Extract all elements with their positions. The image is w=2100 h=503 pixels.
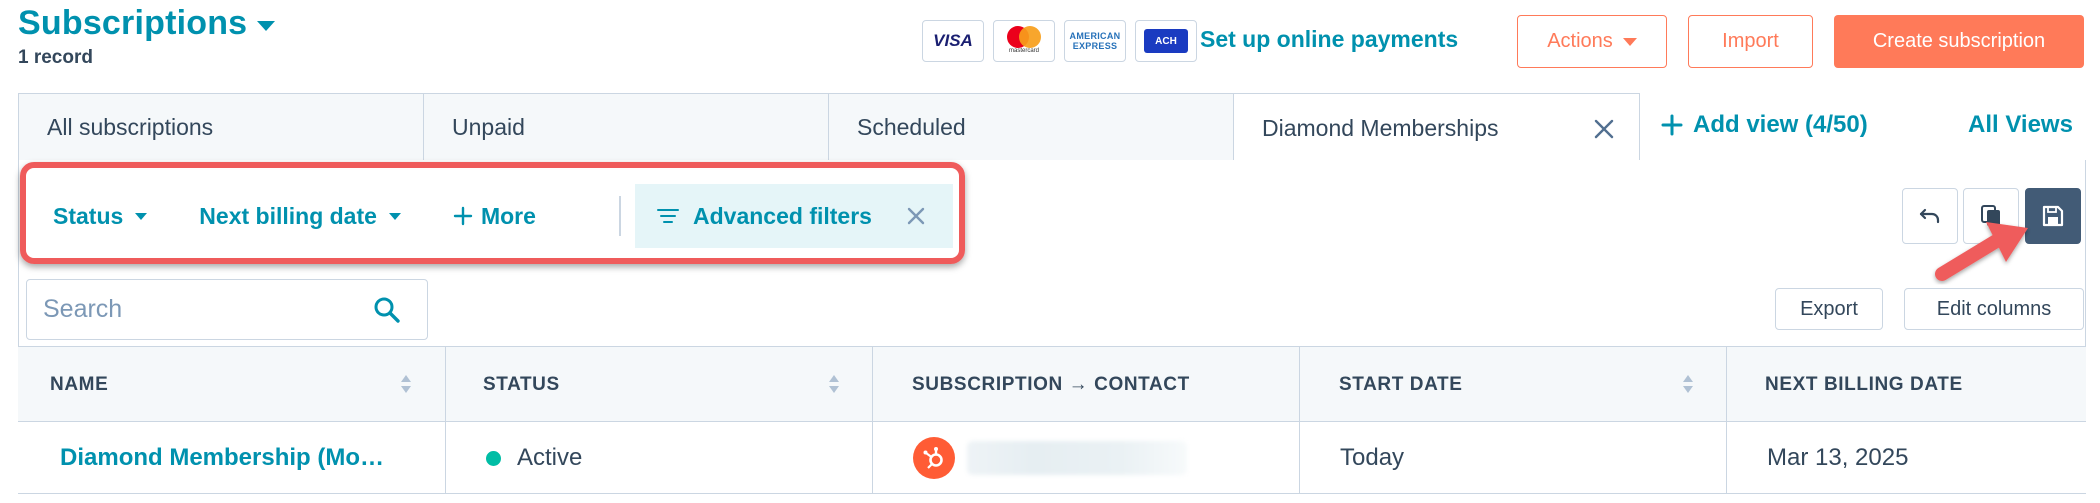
visa-label: VISA [933,31,973,50]
ach-logo: ACH [1135,20,1197,62]
table-row: Diamond Membership (Mo… Active Today Mar… [18,422,2086,494]
mastercard-circles-icon [1007,26,1041,48]
create-subscription-button[interactable]: Create subscription [1834,15,2084,68]
mastercard-label: mastercard [1008,48,1039,54]
cell-contact [873,422,1300,494]
column-label: START DATE [1339,374,1463,395]
cell-start-date: Today [1300,422,1727,494]
cell-next-billing-date: Mar 13, 2025 [1727,422,2086,494]
search-icon[interactable] [373,296,401,324]
actions-button[interactable]: Actions [1517,15,1667,68]
hubspot-avatar-icon[interactable] [913,437,955,479]
tab-diamond-memberships[interactable]: Diamond Memberships [1233,93,1640,163]
status-value: Active [517,444,583,471]
column-label: NAME [50,374,109,395]
tab-all-subscriptions[interactable]: All subscriptions [18,93,425,161]
ach-label: ACH [1144,29,1188,53]
edit-columns-label: Edit columns [1936,297,2052,320]
next-billing-date-value: Mar 13, 2025 [1767,444,1909,471]
status-dot-icon [486,450,501,466]
tab-label: All subscriptions [47,113,214,140]
column-header-subscription-contact[interactable]: SUBSCRIPTION → CONTACT [873,347,1300,423]
amex-logo: AMERICAN EXPRESS [1064,20,1126,62]
tab-unpaid[interactable]: Unpaid [423,93,830,161]
arrow-annotation-icon [1935,222,2028,281]
export-label: Export [1800,297,1858,320]
mastercard-logo: mastercard [993,20,1055,62]
page-title: Subscriptions [18,4,248,42]
chevron-down-icon [257,20,276,31]
payment-card-logos: VISA mastercard AMERICAN EXPRESS ACH [922,20,1197,62]
export-button[interactable]: Export [1775,288,1883,330]
column-header-next-billing-date[interactable]: NEXT BILLING DATE [1727,347,2086,423]
tab-label: Diamond Memberships [1262,115,1499,141]
tab-label: Scheduled [857,113,966,140]
start-date-value: Today [1340,444,1405,471]
page-header: Subscriptions 1 record [18,4,276,69]
column-header-start-date[interactable]: START DATE [1300,347,1727,423]
column-label: NEXT BILLING DATE [1765,374,1963,395]
cell-status: Active [446,422,873,494]
actions-button-label: Actions [1547,30,1613,52]
add-view-button[interactable]: Add view (4/50) [1661,111,1868,139]
plus-icon [1661,114,1683,136]
import-button-label: Import [1722,30,1779,52]
search-input[interactable] [43,295,373,324]
chevron-down-icon [1622,37,1637,46]
page-title-dropdown[interactable]: Subscriptions [18,4,276,43]
record-name-link[interactable]: Diamond Membership (Mo… [60,444,384,472]
sort-icon[interactable] [400,373,412,395]
setup-online-payments-link[interactable]: Set up online payments [1200,26,1458,53]
column-label: SUBSCRIPTION → CONTACT [912,374,1190,395]
view-tabs: All subscriptions Unpaid Scheduled Diamo… [18,93,2086,163]
redacted-contact-name[interactable] [967,441,1187,475]
amex-label-line1: AMERICAN [1069,31,1121,41]
import-button[interactable]: Import [1688,15,1813,68]
column-label: STATUS [483,374,560,395]
edit-columns-button[interactable]: Edit columns [1904,288,2084,330]
record-count: 1 record [18,47,93,68]
hubspot-sprocket-icon [923,447,943,469]
tab-scheduled[interactable]: Scheduled [828,93,1235,161]
sort-icon[interactable] [1682,373,1694,395]
cell-name: Diamond Membership (Mo… [18,422,446,494]
save-icon [2042,205,2064,227]
visa-logo: VISA [922,20,984,62]
search-field[interactable] [26,279,428,340]
close-icon[interactable] [1593,118,1615,140]
add-view-label: Add view (4/50) [1693,111,1868,138]
column-header-status[interactable]: STATUS [446,347,873,423]
table-header: NAME STATUS SUBSCRIPTION → CONTACT START… [18,346,2086,423]
tab-label: Unpaid [452,113,525,140]
amex-label-line2: EXPRESS [1072,41,1118,51]
all-views-link[interactable]: All Views [1968,111,2073,139]
sort-icon[interactable] [828,373,840,395]
filter-highlight-annotation [20,162,965,264]
column-header-name[interactable]: NAME [18,347,446,423]
create-subscription-label: Create subscription [1872,30,2046,52]
